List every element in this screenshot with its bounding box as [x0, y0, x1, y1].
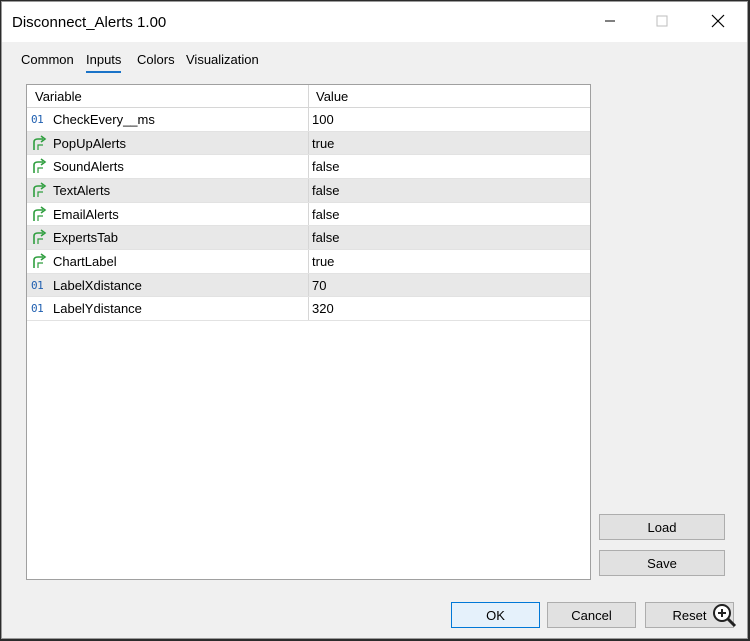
table-row[interactable]: ChartLabel true: [27, 249, 590, 274]
bool-arrow-icon: [31, 158, 49, 174]
column-header-value[interactable]: Value: [316, 89, 348, 104]
bool-arrow-icon: [31, 253, 49, 269]
tab-bar: Common Inputs Colors Visualization: [2, 42, 747, 78]
zoom-in-icon[interactable]: [711, 602, 737, 631]
table-row[interactable]: 01 CheckEvery__ms 100: [27, 108, 590, 132]
variable-value[interactable]: false: [312, 159, 339, 174]
grid-header: Variable Value: [27, 85, 590, 108]
cell-divider: [308, 131, 309, 155]
variable-value[interactable]: false: [312, 230, 339, 245]
variable-name: PopUpAlerts: [53, 135, 126, 151]
variable-name: LabelYdistance: [53, 301, 142, 317]
reset-label: Reset: [672, 607, 707, 623]
minimize-icon: [604, 15, 616, 30]
cell-divider: [308, 297, 309, 320]
tab-visualization[interactable]: Visualization: [186, 52, 259, 71]
number-icon: 01: [31, 113, 44, 126]
variable-name: LabelXdistance: [53, 277, 142, 293]
variable-name: EmailAlerts: [53, 206, 119, 222]
table-row[interactable]: SoundAlerts false: [27, 155, 590, 179]
cell-divider: [308, 108, 309, 131]
cell-divider: [308, 155, 309, 178]
variable-value[interactable]: false: [312, 183, 339, 198]
cell-divider: [308, 249, 309, 273]
variable-name: ChartLabel: [53, 253, 117, 269]
bool-arrow-icon: [31, 229, 49, 245]
variable-name: ExpertsTab: [53, 230, 119, 246]
title-bar: Disconnect_Alerts 1.00: [2, 2, 747, 42]
cell-divider: [308, 202, 309, 226]
close-icon: [711, 14, 725, 31]
dialog-window: Disconnect_Alerts 1.00 Common Inputs Col…: [1, 1, 748, 639]
bool-arrow-icon: [31, 205, 49, 222]
load-button[interactable]: Load: [599, 514, 725, 540]
table-row[interactable]: 01 LabelYdistance 320: [27, 297, 590, 321]
number-icon: 01: [31, 302, 44, 316]
variable-value[interactable]: 320: [312, 301, 334, 316]
save-button[interactable]: Save: [599, 550, 725, 576]
window-title: Disconnect_Alerts 1.00: [12, 14, 167, 31]
variable-value[interactable]: 70: [312, 278, 326, 293]
tab-colors[interactable]: Colors: [137, 52, 175, 71]
variable-value[interactable]: 100: [312, 112, 334, 127]
cell-divider: [308, 226, 309, 249]
close-button[interactable]: [695, 2, 741, 42]
table-row[interactable]: PopUpAlerts true: [27, 131, 590, 156]
ok-button[interactable]: OK: [451, 602, 540, 628]
bool-arrow-icon: [31, 182, 49, 198]
variable-value[interactable]: true: [312, 136, 334, 151]
cell-divider: [308, 273, 309, 297]
variable-name: CheckEvery__ms: [53, 112, 155, 127]
tab-common[interactable]: Common: [21, 52, 74, 71]
number-icon: 01: [31, 278, 44, 292]
column-divider[interactable]: [308, 85, 309, 107]
tab-inputs[interactable]: Inputs: [86, 52, 122, 73]
table-row[interactable]: 01 LabelXdistance 70: [27, 273, 590, 298]
table-row[interactable]: ExpertsTab false: [27, 226, 590, 250]
variable-name: SoundAlerts: [53, 159, 124, 175]
minimize-button[interactable]: [587, 2, 633, 42]
variable-name: TextAlerts: [53, 182, 111, 198]
variable-value[interactable]: true: [312, 254, 334, 269]
variable-value[interactable]: false: [312, 207, 339, 222]
maximize-button[interactable]: [639, 2, 685, 42]
bool-arrow-icon: [31, 135, 49, 151]
table-row[interactable]: EmailAlerts false: [27, 202, 590, 227]
grid-rows: 01 CheckEvery__ms 100 PopUpAlerts true SoundA…: [27, 108, 590, 321]
table-row[interactable]: TextAlerts false: [27, 178, 590, 203]
maximize-icon: [656, 15, 668, 30]
cancel-button[interactable]: Cancel: [547, 602, 636, 628]
cell-divider: [308, 178, 309, 202]
column-header-variable[interactable]: Variable: [35, 89, 82, 104]
inputs-grid: Variable Value 01 CheckEvery__ms 100 PopUpA…: [26, 84, 591, 580]
